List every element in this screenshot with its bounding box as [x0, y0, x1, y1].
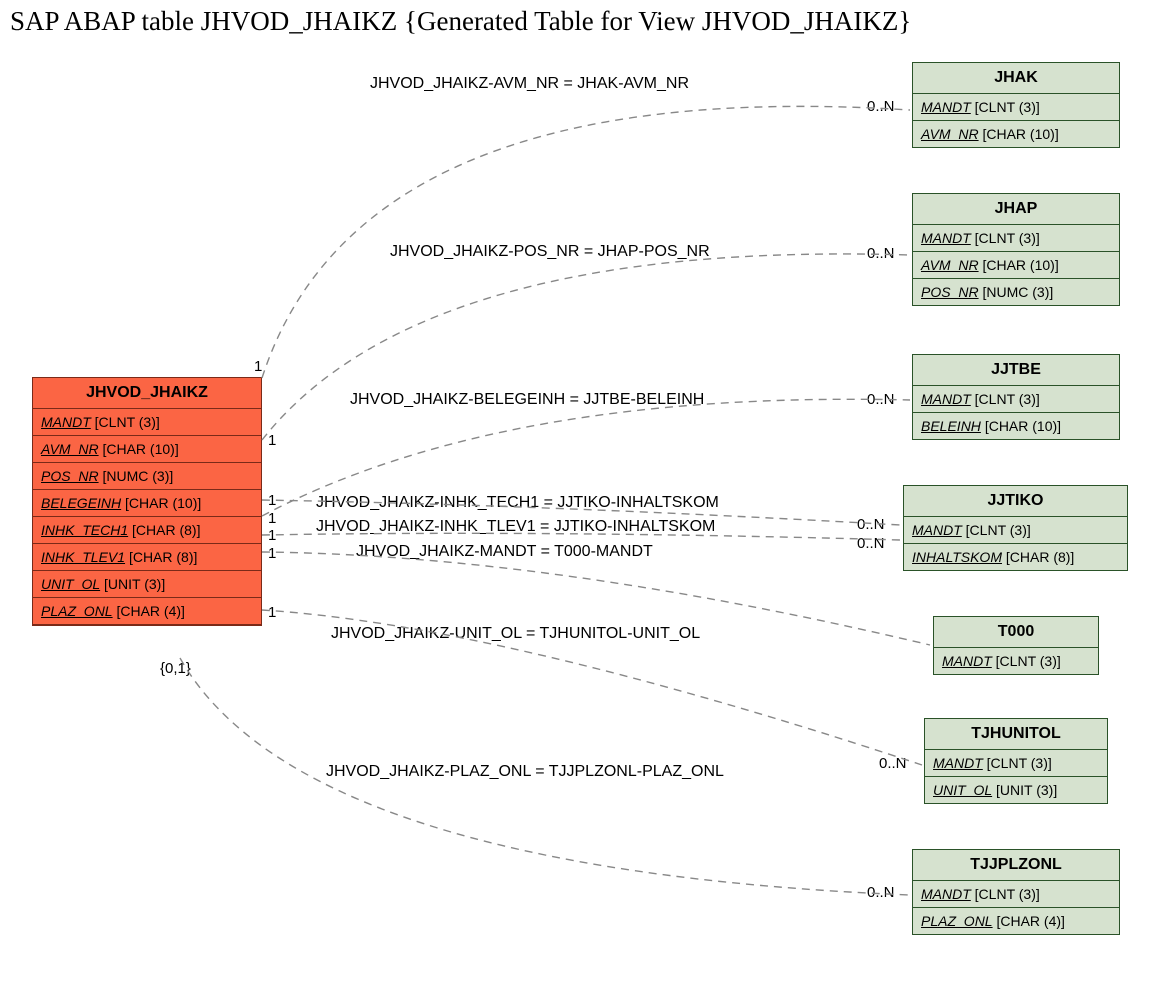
entity-field: MANDT [CLNT (3)] [913, 225, 1119, 252]
entity-header: TJJPLZONL [913, 850, 1119, 881]
entity-header: JJTIKO [904, 486, 1127, 517]
cardinality-right: 0..N [867, 391, 895, 408]
entity-field: INHK_TLEV1 [CHAR (8)] [33, 544, 261, 571]
entity-field: POS_NR [NUMC (3)] [33, 463, 261, 490]
edge-label: JHVOD_JHAIKZ-INHK_TLEV1 = JJTIKO-INHALTS… [316, 518, 715, 536]
entity-field: PLAZ_ONL [CHAR (4)] [33, 598, 261, 625]
entity-field: MANDT [CLNT (3)] [913, 94, 1119, 121]
entity-header: T000 [934, 617, 1098, 648]
entity-header: JHAP [913, 194, 1119, 225]
cardinality-right: 0..N [857, 516, 885, 533]
page-title: SAP ABAP table JHVOD_JHAIKZ {Generated T… [10, 6, 911, 37]
entity-field: UNIT_OL [UNIT (3)] [33, 571, 261, 598]
entity-jhvod-jhaikz: JHVOD_JHAIKZ MANDT [CLNT (3)] AVM_NR [CH… [32, 377, 262, 626]
entity-field: AVM_NR [CHAR (10)] [913, 121, 1119, 147]
entity-tjhunitol: TJHUNITOL MANDT [CLNT (3)] UNIT_OL [UNIT… [924, 718, 1108, 804]
cardinality-left: {0,1} [160, 660, 191, 677]
entity-field: AVM_NR [CHAR (10)] [913, 252, 1119, 279]
edge-label: JHVOD_JHAIKZ-POS_NR = JHAP-POS_NR [390, 243, 710, 261]
entity-field: POS_NR [NUMC (3)] [913, 279, 1119, 305]
cardinality-left: 1 [268, 604, 276, 621]
cardinality-right: 0..N [867, 98, 895, 115]
entity-field: INHK_TECH1 [CHAR (8)] [33, 517, 261, 544]
cardinality-left: 1 [268, 545, 276, 562]
cardinality-left: 1 [268, 432, 276, 449]
entity-field: MANDT [CLNT (3)] [913, 881, 1119, 908]
entity-header: JHVOD_JHAIKZ [33, 378, 261, 409]
cardinality-right: 0..N [867, 884, 895, 901]
entity-field: INHALTSKOM [CHAR (8)] [904, 544, 1127, 570]
cardinality-right: 0..N [857, 535, 885, 552]
cardinality-left: 1 [254, 358, 262, 375]
entity-field: MANDT [CLNT (3)] [934, 648, 1098, 674]
entity-field: AVM_NR [CHAR (10)] [33, 436, 261, 463]
entity-field: BELEGEINH [CHAR (10)] [33, 490, 261, 517]
entity-header: JJTBE [913, 355, 1119, 386]
cardinality-left: 1 [268, 527, 276, 544]
entity-field: MANDT [CLNT (3)] [925, 750, 1107, 777]
entity-jhak: JHAK MANDT [CLNT (3)] AVM_NR [CHAR (10)] [912, 62, 1120, 148]
cardinality-right: 0..N [867, 245, 895, 262]
entity-field: BELEINH [CHAR (10)] [913, 413, 1119, 439]
edge-label: JHVOD_JHAIKZ-PLAZ_ONL = TJJPLZONL-PLAZ_O… [326, 763, 724, 781]
entity-jhap: JHAP MANDT [CLNT (3)] AVM_NR [CHAR (10)]… [912, 193, 1120, 306]
entity-field: MANDT [CLNT (3)] [913, 386, 1119, 413]
entity-header: JHAK [913, 63, 1119, 94]
edge-label: JHVOD_JHAIKZ-AVM_NR = JHAK-AVM_NR [370, 75, 689, 93]
entity-header: TJHUNITOL [925, 719, 1107, 750]
entity-t000: T000 MANDT [CLNT (3)] [933, 616, 1099, 675]
edge-label: JHVOD_JHAIKZ-INHK_TECH1 = JJTIKO-INHALTS… [316, 494, 719, 512]
edge-label: JHVOD_JHAIKZ-MANDT = T000-MANDT [356, 543, 653, 561]
entity-field: MANDT [CLNT (3)] [904, 517, 1127, 544]
entity-tjjplzonl: TJJPLZONL MANDT [CLNT (3)] PLAZ_ONL [CHA… [912, 849, 1120, 935]
entity-field: UNIT_OL [UNIT (3)] [925, 777, 1107, 803]
cardinality-left: 1 [268, 492, 276, 509]
entity-jjtbe: JJTBE MANDT [CLNT (3)] BELEINH [CHAR (10… [912, 354, 1120, 440]
entity-field: PLAZ_ONL [CHAR (4)] [913, 908, 1119, 934]
entity-jjtiko: JJTIKO MANDT [CLNT (3)] INHALTSKOM [CHAR… [903, 485, 1128, 571]
entity-field: MANDT [CLNT (3)] [33, 409, 261, 436]
cardinality-right: 0..N [879, 755, 907, 772]
cardinality-left: 1 [268, 510, 276, 527]
edge-label: JHVOD_JHAIKZ-UNIT_OL = TJHUNITOL-UNIT_OL [331, 625, 700, 643]
edge-label: JHVOD_JHAIKZ-BELEGEINH = JJTBE-BELEINH [350, 391, 704, 409]
